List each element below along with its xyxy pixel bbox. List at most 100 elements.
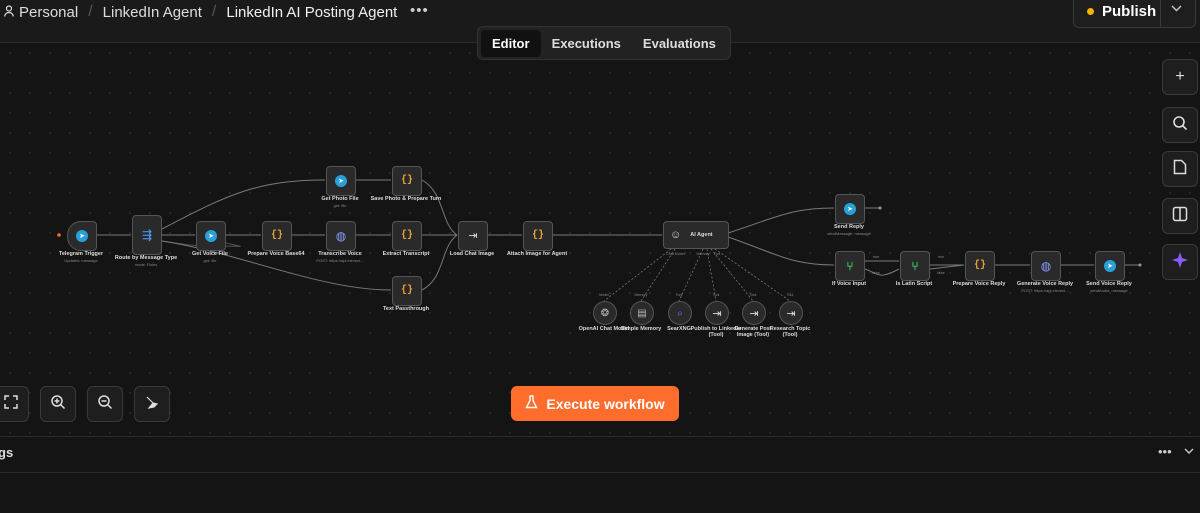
if-voice-node[interactable]: ⑂ <box>835 251 865 281</box>
telegram-icon: ➤ <box>205 230 217 242</box>
node-label: Send Voice Reply <box>1086 281 1132 287</box>
tidy-up-button[interactable] <box>134 386 170 422</box>
node-subtitle: sendAudio: message <box>1090 288 1128 293</box>
prepare-voice-reply-node[interactable]: {} <box>965 251 995 281</box>
node-label: Attach Image for Agent <box>506 251 568 257</box>
code-icon: {} <box>531 230 544 241</box>
generate-voice-reply-node[interactable]: ◍ <box>1031 251 1061 281</box>
publish-button[interactable]: Publish <box>1073 0 1196 28</box>
add-node-button[interactable]: + <box>1162 59 1198 95</box>
simple-memory-node[interactable]: ▤ <box>630 301 654 325</box>
load-chat-image-node[interactable]: ⇥ <box>458 221 488 251</box>
view-tabs: Editor Executions Evaluations <box>477 26 731 60</box>
logs-title[interactable]: gs <box>0 445 13 460</box>
breadcrumb-separator: / <box>88 3 93 20</box>
true-branch-label: true <box>872 255 880 259</box>
attach-image-node[interactable]: {} <box>523 221 553 251</box>
zoom-out-button[interactable] <box>87 386 123 422</box>
text-passthrough-node[interactable]: {} <box>392 276 422 306</box>
openai-icon: ❂ <box>600 307 610 319</box>
send-voice-reply-node[interactable]: ➤ <box>1095 251 1125 281</box>
searxng-node[interactable]: ⌕ <box>668 301 692 325</box>
telegram-icon: ➤ <box>844 203 856 215</box>
flask-icon <box>525 395 538 412</box>
zoom-in-icon <box>50 394 66 414</box>
tab-evaluations[interactable]: Evaluations <box>632 30 727 57</box>
fit-view-button[interactable] <box>0 386 29 422</box>
save-photo-node[interactable]: {} <box>392 166 422 196</box>
is-latin-script-node[interactable]: ⑂ <box>900 251 930 281</box>
prepare-voice-node[interactable]: {} <box>262 221 292 251</box>
breadcrumb: Personal / LinkedIn Agent / LinkedIn AI … <box>4 0 397 24</box>
port-label: Tool <box>675 293 683 297</box>
workflow-canvas[interactable]: ➤ Telegram Trigger Updates: message ⇶ Ro… <box>0 43 1200 435</box>
globe-icon: ◍ <box>1040 259 1052 273</box>
connections <box>57 179 1142 302</box>
note-icon <box>1173 159 1187 180</box>
telegram-icon: ➤ <box>76 230 88 242</box>
openai-chat-model-node[interactable]: ❂ <box>593 301 617 325</box>
divider <box>0 472 1200 473</box>
publish-linkedin-tool-node[interactable]: ⇥ <box>705 301 729 325</box>
node-subtitle: get: file <box>333 203 347 208</box>
node-label: Send Reply <box>834 224 864 230</box>
chevron-down-icon[interactable] <box>1171 1 1182 15</box>
breadcrumb-project[interactable]: LinkedIn Agent <box>103 4 202 21</box>
workflow-tool-icon: ⇥ <box>712 307 722 320</box>
search-button[interactable] <box>1162 107 1198 143</box>
search-icon: ⌕ <box>677 307 683 319</box>
panel-icon <box>1172 206 1188 227</box>
port-label-chat-model: Chat Model* <box>666 252 686 256</box>
ai-assistant-button[interactable] <box>1162 244 1198 280</box>
tab-executions[interactable]: Executions <box>541 30 632 57</box>
research-topic-tool-node[interactable]: ⇥ <box>779 301 803 325</box>
false-branch-label: false <box>937 271 945 275</box>
code-icon: {} <box>400 175 413 186</box>
telegram-icon: ➤ <box>1104 260 1116 272</box>
port-label: Tool <box>786 293 794 297</box>
chevron-down-icon[interactable] <box>1184 446 1194 457</box>
true-branch-label: true <box>937 255 945 259</box>
logs-more-button[interactable]: ••• <box>1158 444 1172 459</box>
node-label: Save Photo & Prepare Turn <box>370 196 442 202</box>
sparkle-icon <box>1171 251 1189 274</box>
route-node[interactable]: ⇶ <box>132 215 162 255</box>
node-label: Research Topic (Tool) <box>769 326 811 339</box>
toggle-panel-button[interactable] <box>1162 198 1198 234</box>
unpublished-status-dot <box>1087 7 1094 15</box>
get-photo-node[interactable]: ➤ <box>326 166 356 196</box>
extract-transcript-node[interactable]: {} <box>392 221 422 251</box>
if-branch-icon: ⑂ <box>911 259 919 273</box>
publish-label: Publish <box>1102 2 1157 20</box>
node-subtitle: get: file <box>203 258 217 263</box>
workflow-name[interactable]: LinkedIn AI Posting Agent <box>226 4 397 21</box>
ai-agent-node[interactable]: ☺ AI Agent <box>663 221 729 249</box>
code-icon: {} <box>973 260 986 271</box>
get-voice-node[interactable]: ➤ <box>196 221 226 251</box>
publish-divider <box>1160 0 1161 27</box>
telegram-trigger-node[interactable]: ➤ <box>67 221 97 251</box>
more-options-button[interactable]: ••• <box>410 2 429 19</box>
user-icon <box>4 4 14 21</box>
logs-panel: gs ••• <box>0 436 1200 513</box>
switch-icon: ⇶ <box>141 228 153 242</box>
globe-icon: ◍ <box>335 229 347 243</box>
search-icon <box>1172 115 1188 136</box>
generate-post-image-tool-node[interactable]: ⇥ <box>742 301 766 325</box>
port-label: Tool <box>749 293 757 297</box>
execute-workflow-button[interactable]: Execute workflow <box>511 386 679 421</box>
node-subtitle: sendMessage: message <box>827 231 871 236</box>
port-label: Memory <box>634 293 648 297</box>
code-icon: {} <box>400 230 413 241</box>
breadcrumb-personal[interactable]: Personal <box>19 4 78 21</box>
if-branch-icon: ⑂ <box>846 259 854 273</box>
send-reply-node[interactable]: ➤ <box>835 194 865 224</box>
zoom-in-button[interactable] <box>40 386 76 422</box>
tab-editor[interactable]: Editor <box>481 29 541 57</box>
workflow-tool-icon: ⇥ <box>786 307 796 320</box>
zoom-out-icon <box>97 394 113 414</box>
sticky-note-button[interactable] <box>1162 151 1198 187</box>
telegram-icon: ➤ <box>335 175 347 187</box>
transcribe-node[interactable]: ◍ <box>326 221 356 251</box>
port-label: Model <box>599 293 609 297</box>
